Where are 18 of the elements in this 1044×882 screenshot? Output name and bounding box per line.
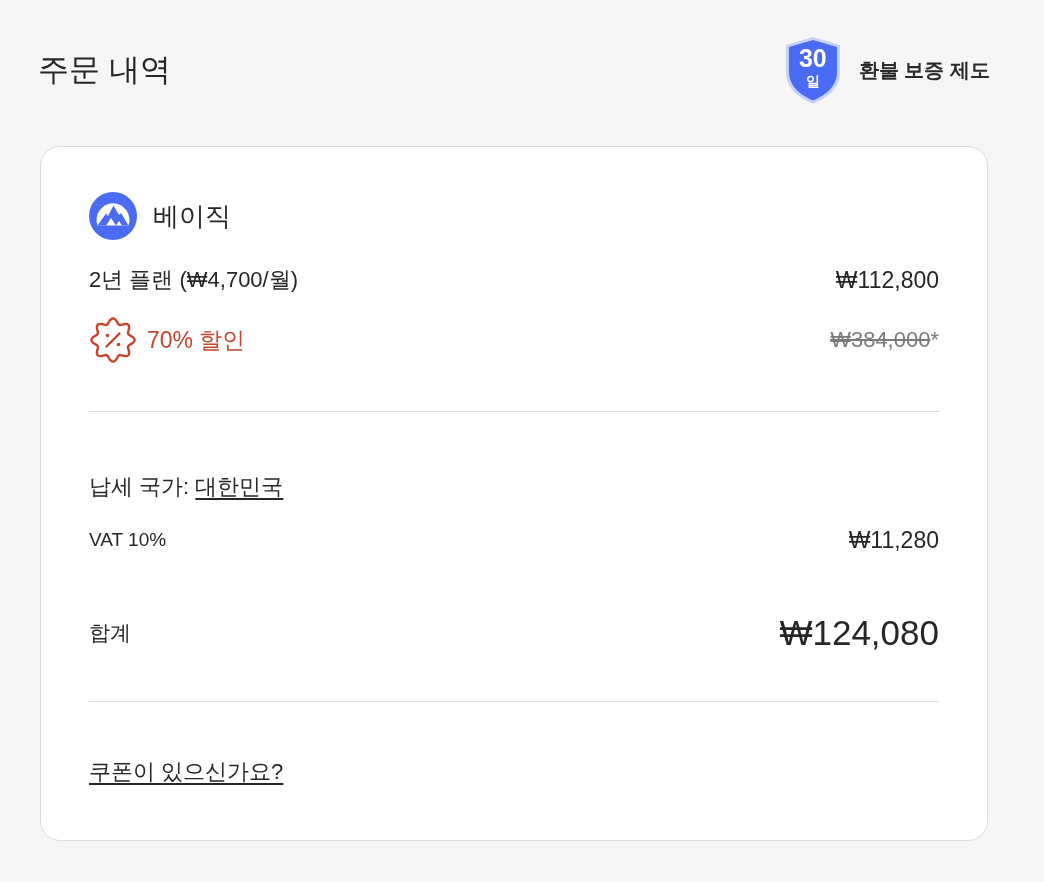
plan-price: ₩112,800 <box>835 266 939 295</box>
page-title: 주문 내역 <box>38 51 171 89</box>
total-label: 합계 <box>89 620 131 646</box>
mountain-logo-icon <box>89 192 137 240</box>
guarantee-label: 환불 보증 제도 <box>858 57 990 83</box>
percent-badge-icon <box>89 316 137 364</box>
product-name: 베이직 <box>153 199 231 233</box>
badge-unit: 일 <box>805 73 820 89</box>
country-link[interactable]: 대한민국 <box>195 474 284 499</box>
badge-days: 30 <box>798 44 827 72</box>
vat-amount: ₩11,280 <box>848 526 939 555</box>
vat-label: VAT 10% <box>89 529 167 551</box>
tax-country-text: 납세 국가: 대한민국 <box>89 473 284 501</box>
coupon-link[interactable]: 쿠폰이 있으신가요? <box>89 759 284 784</box>
total-amount: ₩124,080 <box>779 613 939 653</box>
original-price: ₩384,000* <box>830 327 939 353</box>
discount-label: 70% 할인 <box>147 325 246 355</box>
plan-label: 2년 플랜 (₩4,700/월) <box>89 266 299 294</box>
